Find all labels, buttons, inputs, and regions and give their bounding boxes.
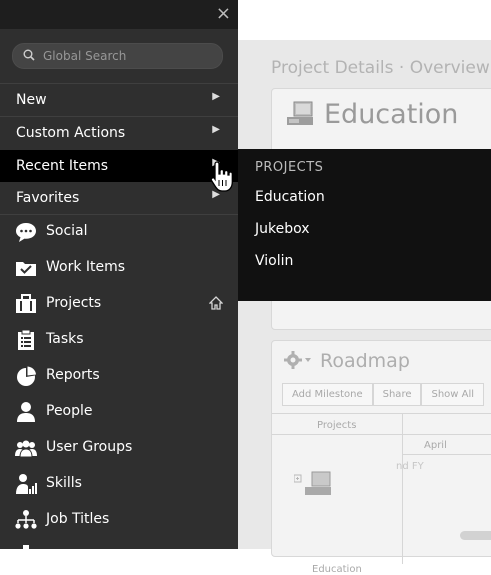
menu-item-label: Favorites <box>16 190 80 206</box>
briefcase-icon <box>16 294 36 313</box>
column-header-projects: Projects <box>317 420 357 431</box>
hand-cursor-icon <box>210 161 233 192</box>
menu-item-label: New <box>16 92 47 108</box>
nav-item-user-groups[interactable]: User Groups <box>0 430 238 466</box>
menu-item-new[interactable]: New ▶ <box>0 84 238 116</box>
folder-check-icon <box>16 262 36 276</box>
row-project-label: Education <box>312 564 362 575</box>
nav-item-social[interactable]: Social <box>0 214 238 250</box>
nav-item-label: Projects <box>46 295 102 311</box>
home-icon[interactable] <box>209 296 223 310</box>
nav-item-people[interactable]: People <box>0 394 238 430</box>
nav-item-label: Reports <box>46 367 100 383</box>
gear-icon[interactable] <box>284 351 314 369</box>
person-icon <box>17 402 35 422</box>
grid-divider <box>272 434 491 435</box>
share-button[interactable]: Share <box>372 383 422 406</box>
menu-item-favorites[interactable]: Favorites ▶ <box>0 182 238 214</box>
nav-item-job-titles[interactable]: Job Titles <box>0 502 238 538</box>
computer-icon <box>294 471 331 495</box>
roadmap-title: Roadmap <box>320 350 410 372</box>
search-icon <box>23 49 35 61</box>
roadmap-panel: Roadmap Add Milestone Share Show All Pro… <box>271 340 491 575</box>
nav-item-label: Skills <box>46 475 82 491</box>
nav-item-skills[interactable]: Skills <box>0 466 238 502</box>
nav-item-label: Social <box>46 223 88 239</box>
nav-item-label: Job Titles <box>46 511 110 527</box>
skills-icon <box>16 474 37 494</box>
recent-project-violin[interactable]: Violin <box>255 253 293 269</box>
menu-item-custom-actions[interactable]: Custom Actions ▶ <box>0 117 238 149</box>
nav-item-reports[interactable]: Reports <box>0 358 238 394</box>
pie-chart-icon <box>17 366 36 386</box>
nav-item-label: User Groups <box>46 439 133 455</box>
roadmap-grid: Projects April nd FY Education <box>272 413 491 575</box>
nav-item-label: Tasks <box>46 331 84 347</box>
chevron-right-icon: ▶ <box>212 124 220 135</box>
nav-item-work-items[interactable]: Work Items <box>0 250 238 286</box>
timeline-bar <box>460 531 491 540</box>
nav-item-tasks[interactable]: Tasks <box>0 322 238 358</box>
page-title: Project Details · Overview V <box>271 58 491 78</box>
roadmap-toolbar: Add Milestone Share Show All <box>282 383 485 406</box>
org-chart-icon <box>15 510 37 529</box>
nav-item-label: People <box>46 403 93 419</box>
menu-item-recent-items[interactable]: Recent Items ▶ <box>0 150 238 182</box>
recent-project-education[interactable]: Education <box>255 189 325 205</box>
chevron-right-icon: ▶ <box>212 91 220 102</box>
search-input[interactable] <box>41 46 215 66</box>
add-milestone-button[interactable]: Add Milestone <box>282 383 373 406</box>
global-search[interactable] <box>12 43 223 69</box>
project-title: Education <box>324 99 459 130</box>
clipboard-icon <box>18 329 34 350</box>
menu-header: × <box>0 0 238 29</box>
next-nav-icon-partial <box>23 545 29 549</box>
menu-item-label: Recent Items <box>16 158 108 174</box>
fy-text: nd FY <box>396 461 424 472</box>
computer-icon <box>287 101 313 125</box>
grid-divider <box>402 454 491 455</box>
menu-item-label: Custom Actions <box>16 125 126 141</box>
recent-items-submenu: PROJECTS Education Jukebox Violin <box>238 149 491 301</box>
nav-item-projects[interactable]: Projects <box>0 286 238 322</box>
nav-item-label: Work Items <box>46 259 126 275</box>
navigation-menu: × New ▶ Custom Actions ▶ Recent Items ▶ … <box>0 0 238 549</box>
grid-divider <box>402 414 403 564</box>
show-all-button[interactable]: Show All <box>421 383 485 406</box>
recent-project-jukebox[interactable]: Jukebox <box>255 221 310 237</box>
submenu-heading: PROJECTS <box>255 160 324 175</box>
column-header-april: April <box>424 440 447 451</box>
speech-bubble-icon <box>16 223 36 242</box>
group-icon <box>15 440 37 458</box>
close-icon[interactable]: × <box>216 3 231 24</box>
